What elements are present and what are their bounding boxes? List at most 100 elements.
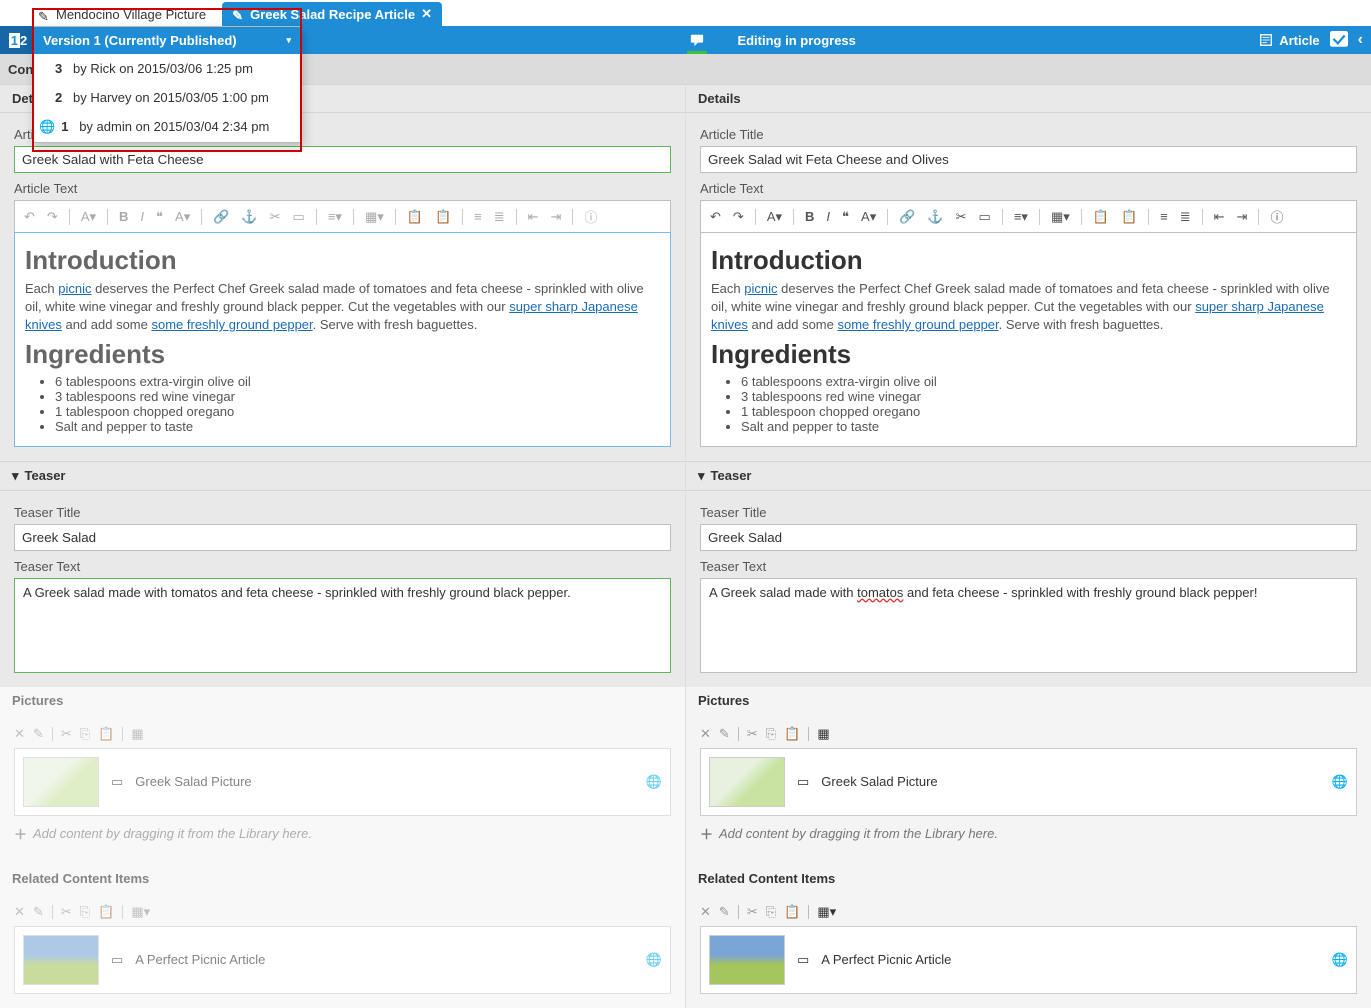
pencil-icon: [232, 8, 244, 20]
info-icon[interactable]: ⓘ: [1267, 205, 1286, 228]
delete-icon[interactable]: ✕: [700, 726, 711, 742]
delete-icon[interactable]: ✕: [700, 904, 711, 920]
section-teaser[interactable]: ▾Teaser: [0, 461, 685, 491]
section-related: Related Content Items: [686, 865, 1371, 892]
version-item[interactable]: 🌐1by admin on 2015/03/04 2:34 pm: [33, 112, 301, 142]
approve-icon[interactable]: [1330, 31, 1348, 49]
paste2-icon[interactable]: 📋: [432, 207, 454, 227]
copy-icon[interactable]: ⎘: [766, 726, 776, 742]
anchor-icon[interactable]: ⚓: [924, 207, 946, 227]
related-item[interactable]: ▭ A Perfect Picnic Article 🌐: [700, 926, 1357, 994]
tab-mendocino[interactable]: Mendocino Village Picture: [28, 3, 216, 26]
cut-icon[interactable]: ✂: [747, 904, 758, 920]
ol-icon[interactable]: ≡: [471, 207, 485, 226]
ul-icon[interactable]: ≣: [1177, 207, 1194, 227]
related-item[interactable]: ▭ A Perfect Picnic Article 🌐: [14, 926, 671, 994]
list-item: 1 tablespoon chopped oregano: [741, 404, 1346, 419]
collapse-icon[interactable]: ‹: [1358, 31, 1363, 49]
copy-icon[interactable]: ⎘: [80, 904, 90, 920]
table-icon[interactable]: ▦▾: [362, 207, 387, 227]
cut-icon[interactable]: ✂: [61, 904, 72, 920]
picture-item[interactable]: ▭ Greek Salad Picture 🌐: [14, 748, 671, 816]
font-color-icon[interactable]: A▾: [858, 207, 879, 227]
paste-icon[interactable]: 📋: [784, 726, 800, 742]
quote-icon[interactable]: ❝: [839, 207, 852, 227]
font-dropdown[interactable]: A▾: [78, 207, 99, 227]
link-pepper[interactable]: some freshly ground pepper: [151, 317, 312, 332]
indent-icon[interactable]: ⇥: [1234, 207, 1251, 227]
section-teaser[interactable]: ▾Teaser: [686, 461, 1371, 491]
delete-icon[interactable]: ✕: [14, 904, 25, 920]
paste-icon[interactable]: 📋: [98, 904, 114, 920]
edit-icon[interactable]: ✎: [719, 904, 730, 920]
table-icon[interactable]: ▦▾: [1048, 207, 1073, 227]
paragraph: Each picnic deserves the Perfect Chef Gr…: [25, 280, 660, 335]
version-dropdown-header[interactable]: Version 1 (Currently Published) ▾: [33, 27, 301, 54]
redo-icon[interactable]: ↷: [44, 207, 61, 227]
link-pepper[interactable]: some freshly ground pepper: [837, 317, 998, 332]
info-icon[interactable]: ⓘ: [581, 205, 600, 228]
paste-icon[interactable]: 📋: [98, 726, 114, 742]
bold-icon[interactable]: B: [802, 207, 817, 226]
italic-icon[interactable]: I: [823, 207, 833, 226]
copy-icon[interactable]: ⎘: [766, 904, 776, 920]
outdent-icon[interactable]: ⇤: [1211, 207, 1228, 227]
add-icon[interactable]: ▦▾: [817, 904, 836, 920]
picture-item[interactable]: ▭ Greek Salad Picture 🌐: [700, 748, 1357, 816]
tab-greek-salad[interactable]: Greek Salad Recipe Article ✕: [222, 2, 442, 26]
ul-icon[interactable]: ≣: [491, 207, 508, 227]
redo-icon[interactable]: ↷: [730, 207, 747, 227]
teaser-title-input[interactable]: [14, 524, 671, 551]
align-icon[interactable]: ≡▾: [325, 207, 345, 227]
italic-icon[interactable]: I: [137, 207, 147, 226]
paste-icon[interactable]: 📋: [404, 207, 426, 227]
article-type-button[interactable]: Article: [1259, 33, 1319, 48]
image-icon[interactable]: ▭: [290, 207, 308, 227]
paste-icon[interactable]: 📋: [1090, 207, 1112, 227]
undo-icon[interactable]: ↶: [707, 207, 724, 227]
add-icon[interactable]: ▦▾: [131, 904, 150, 920]
teaser-text-input[interactable]: A Greek salad made with tomatos and feta…: [700, 578, 1357, 673]
compare-split-icon[interactable]: 12: [0, 26, 36, 54]
add-icon[interactable]: ▦: [131, 726, 143, 742]
font-dropdown[interactable]: A▾: [764, 207, 785, 227]
copy-icon[interactable]: ⎘: [80, 726, 90, 742]
teaser-title-input[interactable]: [700, 524, 1357, 551]
edit-icon[interactable]: ✎: [719, 726, 730, 742]
link-picnic[interactable]: picnic: [744, 281, 777, 296]
bold-icon[interactable]: B: [116, 207, 131, 226]
cut-icon[interactable]: ✂: [61, 726, 72, 742]
delete-icon[interactable]: ✕: [14, 726, 25, 742]
cut-icon[interactable]: ✂: [267, 207, 284, 227]
indent-icon[interactable]: ⇥: [548, 207, 565, 227]
outdent-icon[interactable]: ⇤: [525, 207, 542, 227]
article-title-input[interactable]: [14, 146, 671, 173]
paste2-icon[interactable]: 📋: [1118, 207, 1140, 227]
anchor-icon[interactable]: ⚓: [238, 207, 260, 227]
edit-icon[interactable]: ✎: [33, 904, 44, 920]
teaser-text-input[interactable]: A Greek salad made with tomatos and feta…: [14, 578, 671, 673]
cut-icon[interactable]: ✂: [747, 726, 758, 742]
comment-indicator-icon[interactable]: [679, 26, 715, 54]
add-icon[interactable]: ▦: [817, 726, 829, 742]
link-icon[interactable]: 🔗: [210, 207, 232, 227]
paste-icon[interactable]: 📋: [784, 904, 800, 920]
link-icon[interactable]: 🔗: [896, 207, 918, 227]
close-icon[interactable]: ✕: [421, 6, 432, 22]
cut-icon[interactable]: ✂: [953, 207, 970, 227]
article-title-input[interactable]: [700, 146, 1357, 173]
article-text-editor[interactable]: Introduction Each picnic deserves the Pe…: [14, 232, 671, 447]
version-item[interactable]: 2by Harvey on 2015/03/05 1:00 pm: [33, 83, 301, 112]
ol-icon[interactable]: ≡: [1157, 207, 1171, 226]
edit-icon[interactable]: ✎: [33, 726, 44, 742]
quote-icon[interactable]: ❝: [153, 207, 166, 227]
image-icon[interactable]: ▭: [976, 207, 994, 227]
article-text-editor[interactable]: Introduction Each picnic deserves the Pe…: [700, 232, 1357, 447]
align-icon[interactable]: ≡▾: [1011, 207, 1031, 227]
font-color-icon[interactable]: A▾: [172, 207, 193, 227]
undo-icon[interactable]: ↶: [21, 207, 38, 227]
version-item[interactable]: 3by Rick on 2015/03/06 1:25 pm: [33, 54, 301, 83]
link-picnic[interactable]: picnic: [58, 281, 91, 296]
list-item: Salt and pepper to taste: [55, 419, 660, 434]
drag-hint: ＋Add content by dragging it from the Lib…: [14, 816, 671, 851]
